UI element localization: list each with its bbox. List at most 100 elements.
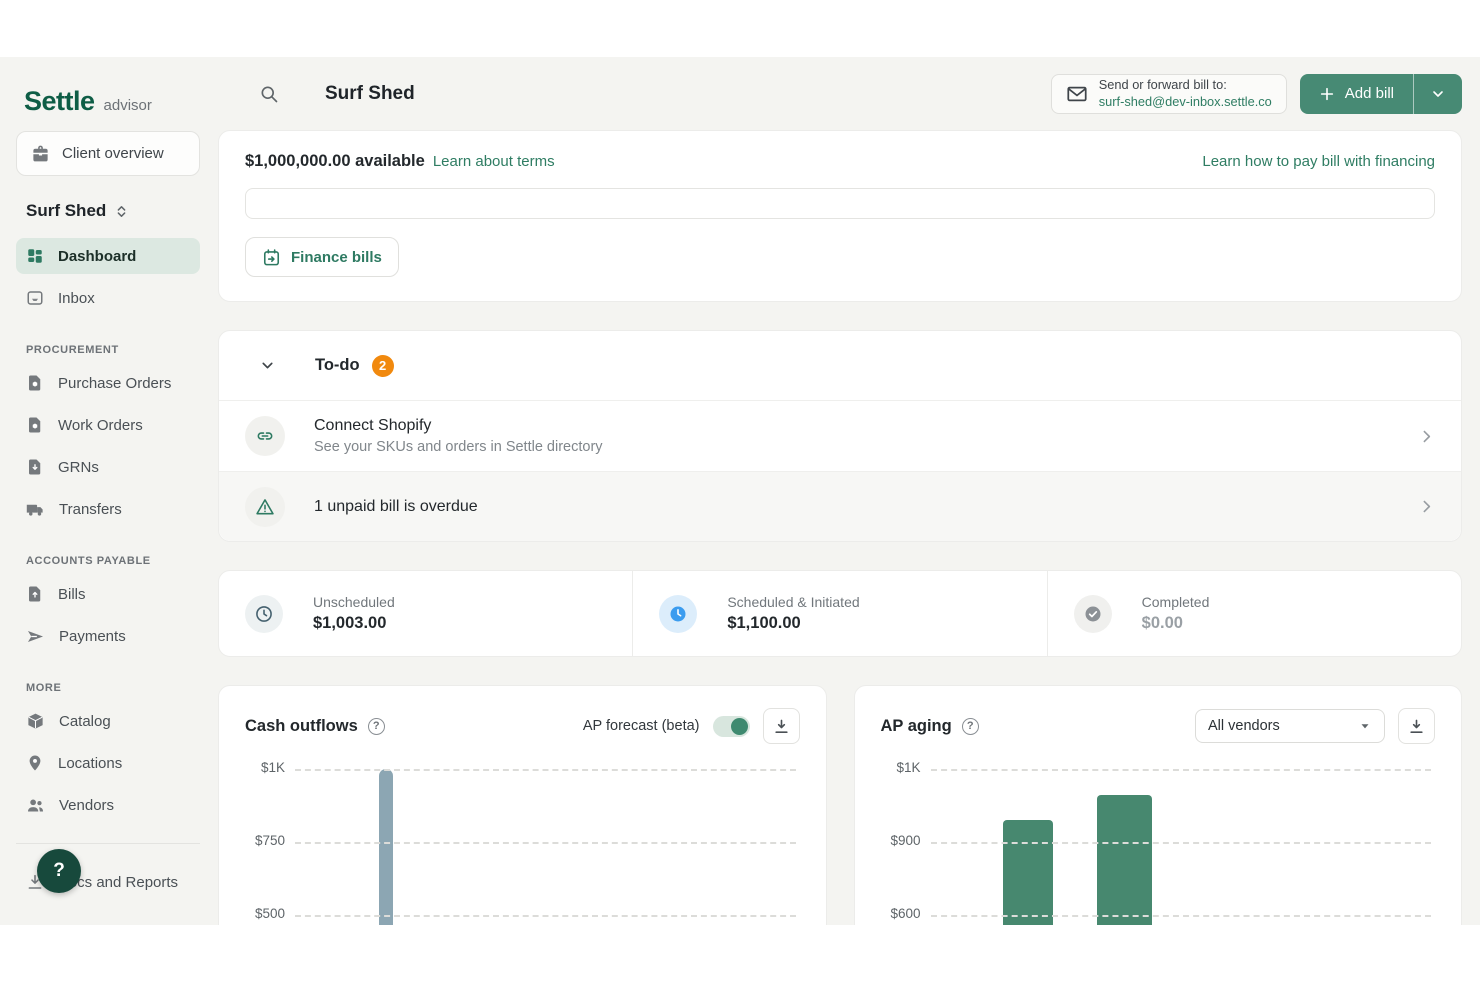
ap-forecast-toggle-label: AP forecast (beta)	[583, 718, 700, 734]
gridline	[931, 842, 1432, 844]
forward-bill-email: surf-shed@dev-inbox.settle.co	[1099, 94, 1272, 110]
todo-item-connect-shopify[interactable]: Connect Shopify See your SKUs and orders…	[219, 401, 1461, 471]
gridline	[931, 915, 1432, 917]
charts-row: Cash outflows AP forecast (beta) $1K $750…	[218, 685, 1462, 925]
todo-item-title: 1 unpaid bill is overdue	[314, 498, 478, 516]
download-chart-button[interactable]	[763, 708, 800, 744]
sidebar-item-payments[interactable]: Payments	[16, 618, 200, 654]
todo-item-subtitle: See your SKUs and orders in Settle direc…	[314, 439, 603, 455]
chart-title: Cash outflows	[245, 717, 358, 736]
collapse-chevron-icon[interactable]	[259, 357, 276, 374]
chevron-down-icon	[1430, 86, 1446, 102]
sidebar-item-label: Catalog	[59, 713, 111, 730]
vendors-filter-select[interactable]: All vendors	[1195, 709, 1385, 743]
link-icon	[245, 416, 285, 456]
envelope-icon	[1066, 83, 1088, 105]
todo-item-title: Connect Shopify	[314, 417, 603, 435]
package-icon	[26, 712, 45, 731]
sidebar-item-grns[interactable]: GRNs	[16, 449, 200, 485]
chart-title: AP aging	[881, 717, 952, 736]
sidebar-item-locations[interactable]: Locations	[16, 745, 200, 781]
financing-usage-bar	[245, 188, 1435, 219]
gridline	[295, 769, 796, 771]
sidebar-item-vendors[interactable]: Vendors	[16, 787, 200, 823]
stat-label: Unscheduled	[313, 594, 395, 610]
forward-bill-text: Send or forward bill to: surf-shed@dev-i…	[1099, 77, 1272, 110]
sidebar-item-label: Transfers	[59, 501, 122, 518]
clock-filled-icon	[659, 595, 697, 633]
client-overview-button[interactable]: Client overview	[16, 131, 200, 176]
stat-value: $1,003.00	[313, 614, 395, 633]
y-tick-label: $1K	[261, 760, 285, 775]
download-icon	[773, 718, 790, 735]
plus-icon	[1319, 86, 1335, 102]
file-box-icon	[26, 374, 44, 392]
section-procurement: PROCUREMENT	[16, 322, 200, 365]
chart-plot-area	[931, 754, 1432, 925]
todo-item-text: Connect Shopify See your SKUs and orders…	[314, 417, 603, 455]
financing-card: $1,000,000.00 available Learn about term…	[218, 130, 1462, 302]
sidebar-item-label: Inbox	[58, 290, 95, 307]
todo-item-overdue-bill[interactable]: 1 unpaid bill is overdue	[219, 471, 1461, 541]
sidebar: Settle advisor Client overview Surf Shed…	[0, 57, 216, 925]
client-selector[interactable]: Surf Shed	[16, 201, 200, 221]
learn-financing-link[interactable]: Learn how to pay bill with financing	[1202, 153, 1435, 170]
payment-stats-card: Unscheduled $1,003.00 Scheduled & Initia…	[218, 570, 1462, 657]
ap-aging-chart: $1K$900$600	[881, 754, 1436, 925]
chart-bar	[1097, 795, 1152, 925]
todo-header[interactable]: To-do 2	[219, 331, 1461, 401]
sidebar-item-label: Work Orders	[58, 417, 143, 434]
cash-outflows-chart: $1K$750$500	[245, 754, 800, 925]
topbar-actions: Send or forward bill to: surf-shed@dev-i…	[1051, 74, 1462, 114]
page-title: Surf Shed	[325, 83, 415, 105]
y-axis-labels: $1K$750$500	[245, 754, 285, 925]
help-circle-icon[interactable]	[962, 718, 979, 735]
gridline	[931, 769, 1432, 771]
add-bill-menu-button[interactable]	[1413, 74, 1462, 114]
stat-completed: Completed $0.00	[1047, 571, 1461, 656]
sidebar-item-purchase-orders[interactable]: Purchase Orders	[16, 365, 200, 401]
help-circle-icon[interactable]	[368, 718, 385, 735]
chevron-right-icon	[1418, 428, 1435, 445]
calendar-arrow-icon	[262, 248, 281, 267]
sidebar-item-dashboard[interactable]: Dashboard	[16, 238, 200, 274]
ap-aging-card: AP aging All vendors	[854, 685, 1463, 925]
stat-label: Scheduled & Initiated	[727, 594, 859, 610]
available-amount: $1,000,000.00 available	[245, 152, 425, 171]
sidebar-item-bills[interactable]: Bills	[16, 576, 200, 612]
finance-bills-button[interactable]: Finance bills	[245, 237, 399, 277]
help-button[interactable]	[37, 849, 81, 893]
ap-forecast-toggle[interactable]	[713, 716, 750, 737]
learn-about-terms-link[interactable]: Learn about terms	[433, 153, 555, 170]
sidebar-item-transfers[interactable]: Transfers	[16, 491, 200, 527]
y-tick-label: $750	[255, 833, 285, 848]
chart-bar	[379, 769, 393, 925]
sidebar-item-inbox[interactable]: Inbox	[16, 280, 200, 316]
briefcase-icon	[31, 144, 50, 163]
search-icon[interactable]	[259, 84, 279, 104]
sidebar-item-label: Payments	[59, 628, 126, 645]
sidebar-item-label: Vendors	[59, 797, 114, 814]
chevron-down-icon	[1358, 719, 1372, 733]
add-bill-button[interactable]: Add bill	[1300, 74, 1413, 114]
file-down-icon	[26, 458, 44, 476]
stat-label: Completed	[1142, 594, 1210, 610]
sidebar-item-catalog[interactable]: Catalog	[16, 703, 200, 739]
y-axis-labels: $1K$900$600	[881, 754, 921, 925]
brand-logo: Settle advisor	[16, 57, 200, 131]
advisor-tag: advisor	[104, 97, 152, 117]
todo-item-text: 1 unpaid bill is overdue	[314, 498, 478, 516]
forward-bill-box[interactable]: Send or forward bill to: surf-shed@dev-i…	[1051, 74, 1287, 114]
stat-unscheduled: Unscheduled $1,003.00	[219, 571, 632, 656]
download-chart-button[interactable]	[1398, 708, 1435, 744]
y-tick-label: $900	[890, 833, 920, 848]
forward-bill-line1: Send or forward bill to:	[1099, 77, 1272, 93]
dashboard-icon	[26, 247, 44, 265]
warning-icon	[245, 487, 285, 527]
file-up-icon	[26, 585, 44, 603]
sidebar-item-work-orders[interactable]: Work Orders	[16, 407, 200, 443]
topbar: Surf Shed Send or forward bill to: surf-…	[218, 57, 1462, 130]
cash-outflows-card: Cash outflows AP forecast (beta) $1K $750…	[218, 685, 827, 925]
y-tick-label: $1K	[896, 760, 920, 775]
clock-outline-icon	[245, 595, 283, 633]
